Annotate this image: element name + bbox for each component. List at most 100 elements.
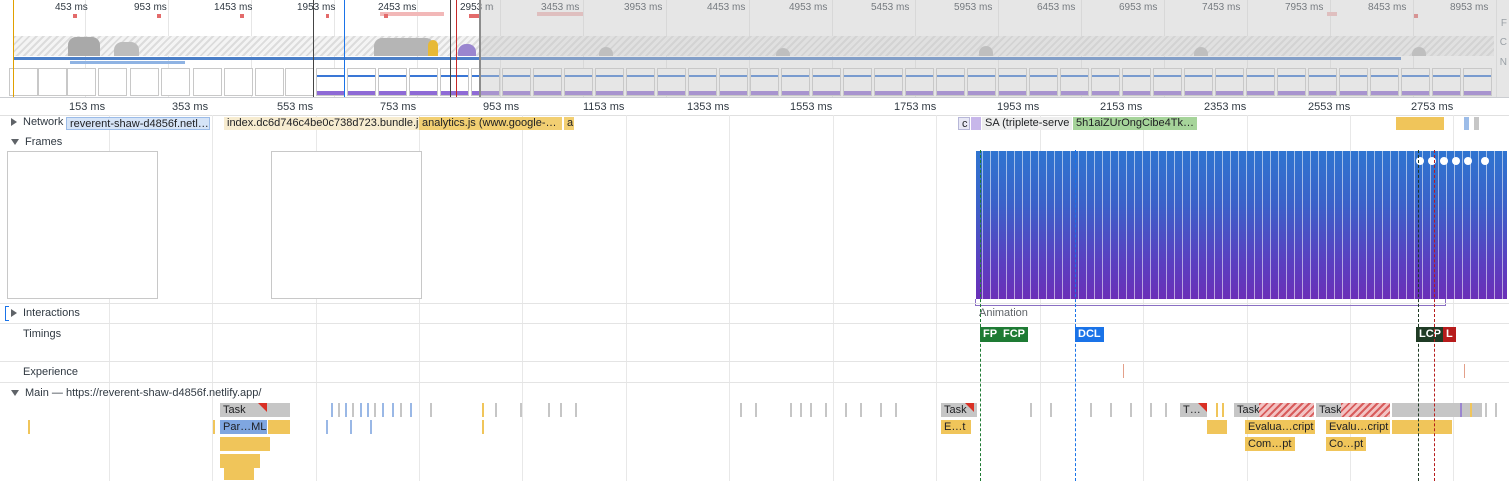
screenshot-thumbnail[interactable]: [378, 68, 407, 96]
network-request-bar[interactable]: c: [958, 117, 970, 130]
task-block[interactable]: [1392, 403, 1482, 417]
layout-shift-marker[interactable]: [1123, 364, 1124, 378]
fp-marker[interactable]: FP: [980, 327, 1001, 342]
expand-arrow-icon[interactable]: [11, 118, 17, 127]
network-track-header[interactable]: Network: [0, 116, 63, 128]
activity-tick[interactable]: [482, 420, 484, 434]
activity-tick[interactable]: [1130, 403, 1132, 417]
network-request-bar[interactable]: [971, 117, 981, 130]
evaluate-script-block[interactable]: Evalua…cript: [1245, 420, 1315, 434]
activity-tick[interactable]: [1030, 403, 1032, 417]
activity-tick[interactable]: [400, 403, 402, 417]
activity-tick[interactable]: [1165, 403, 1167, 417]
script-block[interactable]: [220, 454, 260, 468]
screenshot-thumbnail[interactable]: [224, 68, 253, 96]
frames-track-header[interactable]: Frames: [0, 136, 62, 148]
screenshot-thumbnail[interactable]: [285, 68, 314, 96]
load-marker[interactable]: L: [1443, 327, 1456, 342]
activity-tick[interactable]: [1110, 403, 1112, 417]
activity-tick[interactable]: [345, 403, 347, 417]
activity-tick[interactable]: [360, 403, 362, 417]
script-block[interactable]: [224, 468, 254, 480]
activity-tick[interactable]: [1460, 403, 1462, 417]
activity-tick[interactable]: [392, 403, 394, 417]
lcp-marker[interactable]: LCP: [1416, 327, 1444, 342]
activity-tick[interactable]: [755, 403, 757, 417]
activity-tick[interactable]: [520, 403, 522, 417]
activity-tick[interactable]: [825, 403, 827, 417]
script-block[interactable]: [1207, 420, 1227, 434]
screenshot-thumbnail[interactable]: [347, 68, 376, 96]
screenshot-thumbnail[interactable]: [316, 68, 345, 96]
collapse-arrow-icon[interactable]: [11, 390, 19, 397]
activity-tick[interactable]: [331, 403, 333, 417]
activity-tick[interactable]: [370, 420, 372, 434]
activity-tick[interactable]: [1090, 403, 1092, 417]
network-request-bar[interactable]: [1464, 117, 1469, 130]
screenshot-thumbnail[interactable]: [161, 68, 190, 96]
layout-shift-marker[interactable]: [1464, 364, 1465, 378]
script-block[interactable]: [1392, 420, 1452, 434]
activity-tick[interactable]: [352, 403, 354, 417]
frame-screenshot[interactable]: [7, 151, 158, 299]
task-block[interactable]: Task: [220, 403, 290, 417]
screenshot-thumbnail[interactable]: [440, 68, 469, 96]
network-request-bar[interactable]: reverent-shaw-d4856f.netl…: [66, 117, 210, 130]
activity-tick[interactable]: [560, 403, 562, 417]
activity-tick[interactable]: [845, 403, 847, 417]
activity-tick[interactable]: [326, 420, 328, 434]
script-block[interactable]: E…t: [941, 420, 971, 434]
screenshot-thumbnail[interactable]: [67, 68, 96, 96]
activity-tick[interactable]: [800, 403, 802, 417]
frame-screenshot[interactable]: [271, 151, 422, 299]
activity-tick[interactable]: [213, 420, 215, 434]
activity-tick[interactable]: [575, 403, 577, 417]
activity-tick[interactable]: [1216, 403, 1218, 417]
activity-tick[interactable]: [790, 403, 792, 417]
activity-tick[interactable]: [374, 403, 376, 417]
activity-tick[interactable]: [410, 403, 412, 417]
activity-tick[interactable]: [895, 403, 897, 417]
script-block[interactable]: [220, 437, 270, 451]
activity-tick[interactable]: [860, 403, 862, 417]
interactions-track-header[interactable]: Interactions: [0, 307, 80, 319]
network-request-bar[interactable]: [1396, 117, 1444, 130]
activity-tick[interactable]: [880, 403, 882, 417]
activity-tick[interactable]: [367, 403, 369, 417]
network-request-bar[interactable]: [1474, 117, 1479, 130]
activity-tick[interactable]: [482, 403, 484, 417]
activity-tick[interactable]: [338, 403, 340, 417]
selection-handle[interactable]: [479, 0, 481, 97]
activity-tick[interactable]: [1485, 403, 1487, 417]
activity-tick[interactable]: [1222, 403, 1224, 417]
activity-tick[interactable]: [810, 403, 812, 417]
activity-tick[interactable]: [1495, 403, 1497, 417]
network-request-bar[interactable]: index.dc6d746c4be0c738d723.bundle.js: [224, 117, 420, 130]
activity-tick[interactable]: [740, 403, 742, 417]
activity-tick[interactable]: [1470, 403, 1472, 417]
activity-tick[interactable]: [350, 420, 352, 434]
activity-tick[interactable]: [430, 403, 432, 417]
network-request-bar[interactable]: 5h1aiZUrOngCibe4Tk…: [1073, 117, 1197, 130]
activity-tick[interactable]: [548, 403, 550, 417]
activity-tick[interactable]: [1150, 403, 1152, 417]
screenshot-thumbnail[interactable]: [193, 68, 222, 96]
timeline-overview[interactable]: 453 ms 953 ms 1453 ms 1953 ms 2453 ms 29…: [0, 0, 1509, 98]
screenshot-thumbnail[interactable]: [98, 68, 127, 96]
script-block[interactable]: [268, 420, 290, 434]
screenshot-thumbnail[interactable]: [409, 68, 438, 96]
screenshot-thumbnail[interactable]: [255, 68, 284, 96]
activity-tick[interactable]: [495, 403, 497, 417]
expand-arrow-icon[interactable]: [11, 309, 17, 318]
screenshot-thumbnail[interactable]: [38, 68, 67, 96]
collapse-arrow-icon[interactable]: [11, 139, 19, 146]
compile-script-block[interactable]: Com…pt: [1245, 437, 1295, 451]
main-thread-header[interactable]: Main — https://reverent-shaw-d4856f.netl…: [0, 387, 261, 399]
evaluate-script-block[interactable]: Evalu…cript: [1326, 420, 1390, 434]
network-request-bar[interactable]: a: [564, 117, 574, 130]
fcp-marker[interactable]: FCP: [1000, 327, 1028, 342]
parse-html-block[interactable]: Par…ML: [220, 420, 267, 434]
activity-tick[interactable]: [1050, 403, 1052, 417]
activity-tick[interactable]: [382, 403, 384, 417]
activity-tick[interactable]: [28, 420, 30, 434]
